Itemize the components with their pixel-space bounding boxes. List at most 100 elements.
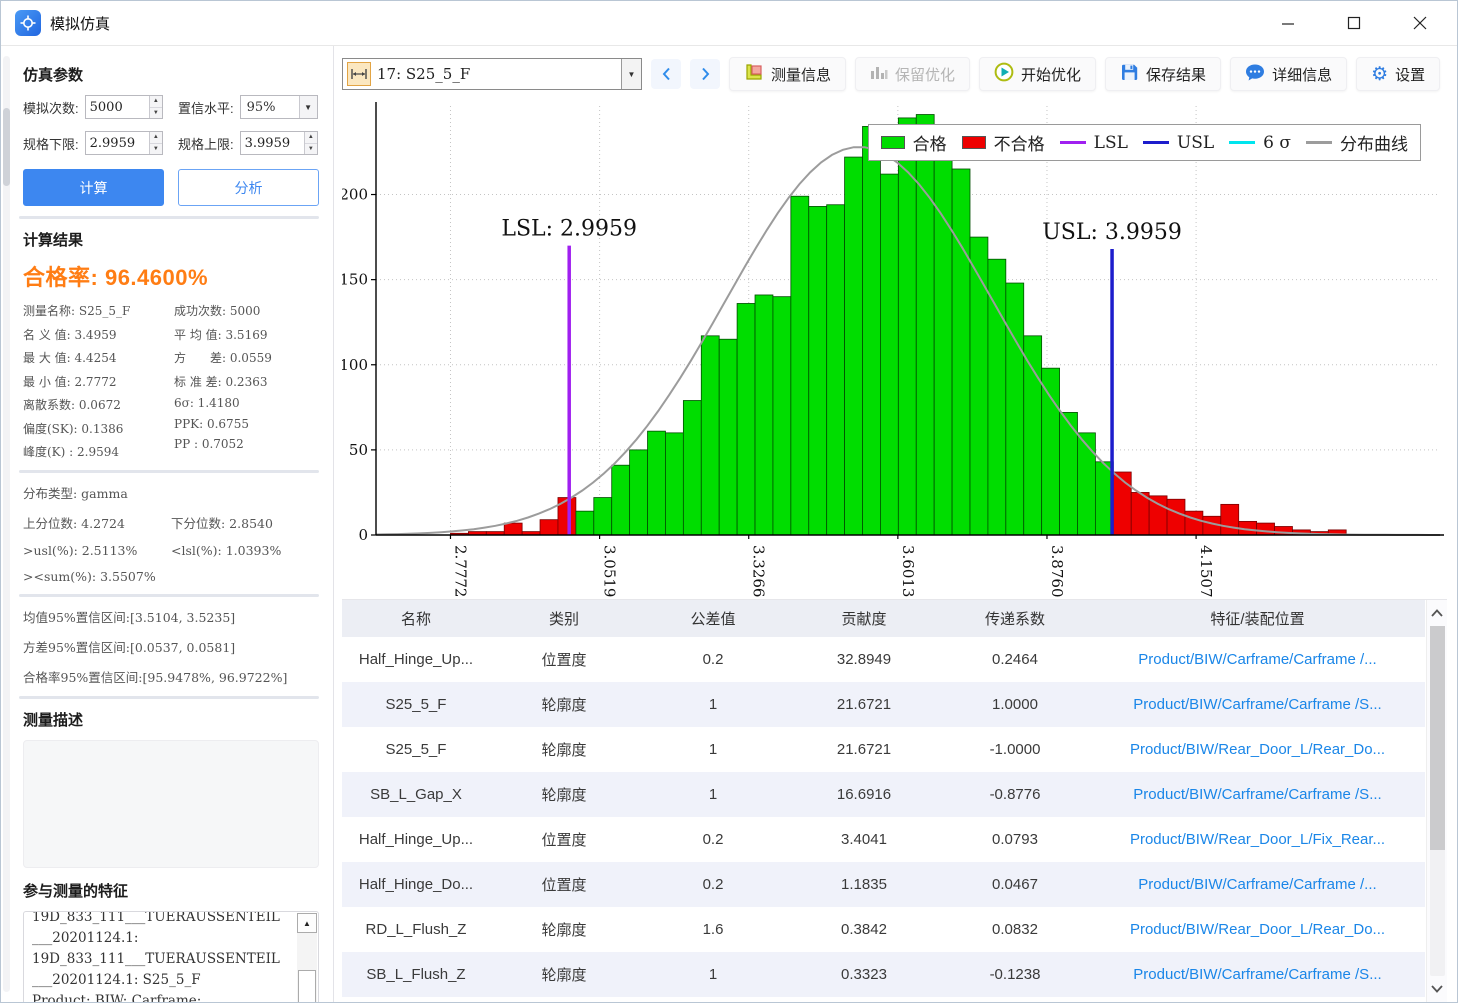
cell-category: 轮廓度: [490, 727, 638, 772]
next-button[interactable]: [690, 59, 720, 89]
cell-feature-link[interactable]: Product/BIW/Rear_Door_L/Fix_Rear...: [1090, 817, 1425, 862]
cell-name: SB_L_Gap_X: [342, 772, 490, 817]
scroll-thumb[interactable]: [1430, 626, 1445, 850]
cell-tolerance: 1: [638, 952, 788, 997]
spin-up-icon[interactable]: ▲: [305, 132, 316, 144]
cell-category: 位置度: [490, 637, 638, 682]
analyze-button[interactable]: 分析: [178, 169, 319, 206]
legend-swatch: [1060, 141, 1086, 144]
cell-coefficient: 1.0000: [940, 682, 1090, 727]
cell-name: S25_5_F: [342, 727, 490, 772]
cell-contribution: 32.8949: [788, 637, 940, 682]
cell-feature-link[interactable]: Product/BIW/Carframe/Carframe /...: [1090, 862, 1425, 907]
chevron-down-icon[interactable]: ▼: [621, 59, 641, 89]
cell-category: 轮廓度: [490, 772, 638, 817]
cell-category: 轮廓度: [490, 952, 638, 997]
spec-upper-stepper[interactable]: ▲▼: [240, 131, 318, 155]
stat-line: 最 小 值: 2.7772: [23, 373, 168, 390]
maximize-icon[interactable]: [1345, 14, 1363, 32]
description-heading: 测量描述: [23, 709, 319, 730]
spec-upper-label: 规格上限:: [178, 134, 234, 153]
legend-item: 分布曲线: [1306, 130, 1408, 155]
minimize-icon[interactable]: [1279, 14, 1297, 32]
svg-text:3.3266: 3.3266: [750, 545, 768, 598]
spin-down-icon[interactable]: ▼: [150, 144, 161, 155]
cell-contribution: 16.6916: [788, 772, 940, 817]
confidence-select[interactable]: 95%▼: [240, 95, 318, 119]
prev-button[interactable]: [651, 59, 681, 89]
table-row[interactable]: SB_L_Flush_Z轮廓度10.3323-0.1238Product/BIW…: [342, 952, 1425, 997]
table-row[interactable]: S25_5_F轮廓度121.67211.0000Product/BIW/Carf…: [342, 682, 1425, 727]
sim-count-input[interactable]: [86, 96, 150, 118]
ci-mean: 均值95%置信区间:[3.5104, 3.5235]: [23, 607, 319, 626]
spec-upper-input[interactable]: [241, 132, 305, 154]
start-optimize-button[interactable]: 开始优化: [979, 57, 1096, 91]
legend-label: 6 σ: [1263, 133, 1291, 153]
legend-swatch: [881, 136, 905, 149]
details-button[interactable]: 详细信息: [1230, 57, 1347, 91]
chevron-down-icon[interactable]: ▼: [299, 96, 317, 118]
measure-info-button[interactable]: 测量信息: [729, 57, 846, 91]
cell-coefficient: -0.1238: [940, 952, 1090, 997]
legend-label: 不合格: [994, 130, 1045, 155]
features-text: 19D_833_111___TUERAUSSENTEIL ___20201124…: [32, 911, 292, 1002]
title-bar: 模拟仿真: [1, 1, 1457, 46]
confidence-label: 置信水平:: [178, 98, 234, 117]
save-results-button[interactable]: 保存结果: [1105, 57, 1221, 91]
spin-up-icon[interactable]: ▲: [150, 96, 161, 108]
table-row[interactable]: Half_Hinge_Do...位置度0.21.18350.0467Produc…: [342, 862, 1425, 907]
measurement-selector[interactable]: 17: S25_5_F ▼: [342, 58, 642, 90]
gear-icon: ⚙: [1371, 65, 1388, 84]
table-row[interactable]: SB_L_Gap_X轮廓度116.6916-0.8776Product/BIW/…: [342, 772, 1425, 817]
cell-name: Half_Hinge_Up...: [342, 637, 490, 682]
legend-swatch: [1306, 141, 1332, 144]
cell-category: 位置度: [490, 817, 638, 862]
app-window: 模拟仿真 仿真参数 模拟次数: ▲▼ 置信水平: 95%▼ 规格下限: ▲▼ 规…: [0, 0, 1458, 1003]
col-header-contribution: 贡献度: [788, 600, 940, 637]
table-row[interactable]: RD_L_Flush_Z轮廓度1.60.38420.0832Product/BI…: [342, 907, 1425, 952]
window-title: 模拟仿真: [50, 13, 110, 34]
table-row[interactable]: Half_Hinge_Up...位置度0.23.40410.0793Produc…: [342, 817, 1425, 862]
cell-feature-link[interactable]: Product/BIW/Carframe/Carframe /S...: [1090, 952, 1425, 997]
contribution-table: 名称 类别 公差值 贡献度 传递系数 特征/装配位置 Half_Hinge_Up…: [342, 599, 1447, 1002]
table-body: Half_Hinge_Up...位置度0.232.89490.2464Produ…: [342, 637, 1425, 997]
stat-line: 6σ: 1.4180: [174, 396, 319, 410]
spin-down-icon[interactable]: ▼: [150, 108, 161, 119]
spec-lower-input[interactable]: [86, 132, 150, 154]
cell-feature-link[interactable]: Product/BIW/Rear_Door_L/Rear_Do...: [1090, 727, 1425, 772]
cell-feature-link[interactable]: Product/BIW/Carframe/Carframe /...: [1090, 637, 1425, 682]
cell-feature-link[interactable]: Product/BIW/Carframe/Carframe /S...: [1090, 772, 1425, 817]
table-scrollbar[interactable]: [1426, 600, 1447, 1002]
table-row[interactable]: Half_Hinge_Up...位置度0.232.89490.2464Produ…: [342, 637, 1425, 682]
features-scrollbar[interactable]: ▲ ▼: [297, 913, 317, 1002]
scroll-up-icon[interactable]: [1431, 600, 1443, 626]
cell-coefficient: -0.8776: [940, 772, 1090, 817]
close-icon[interactable]: [1411, 14, 1429, 32]
calculate-button[interactable]: 计算: [23, 169, 164, 206]
cell-feature-link[interactable]: Product/BIW/Carframe/Carframe /S...: [1090, 682, 1425, 727]
spin-down-icon[interactable]: ▼: [305, 144, 316, 155]
results-heading: 计算结果: [23, 229, 319, 250]
pass-rate: 合格率: 96.4600%: [23, 260, 319, 292]
sim-count-stepper[interactable]: ▲▼: [85, 95, 163, 119]
measurement-description-box[interactable]: [23, 740, 319, 868]
scroll-up-icon[interactable]: ▲: [297, 913, 317, 933]
legend-item: 6 σ: [1229, 133, 1291, 153]
sidebar-scrollbar[interactable]: [3, 56, 10, 992]
bar-chart-icon: [870, 64, 888, 84]
col-header-feature: 特征/装配位置: [1090, 600, 1425, 637]
chart-legend: 合格不合格LSLUSL6 σ分布曲线: [868, 124, 1421, 161]
settings-button[interactable]: ⚙ 设置: [1356, 57, 1440, 91]
params-heading: 仿真参数: [23, 64, 319, 85]
legend-item: 不合格: [962, 130, 1045, 155]
sim-count-label: 模拟次数:: [23, 98, 79, 117]
scroll-thumb[interactable]: [298, 970, 316, 1002]
keep-optimize-button[interactable]: 保留优化: [855, 57, 970, 91]
spin-up-icon[interactable]: ▲: [150, 132, 161, 144]
cell-category: 轮廓度: [490, 682, 638, 727]
scroll-down-icon[interactable]: [1431, 976, 1443, 1002]
spec-lower-stepper[interactable]: ▲▼: [85, 131, 163, 155]
table-row[interactable]: S25_5_F轮廓度121.6721-1.0000Product/BIW/Rea…: [342, 727, 1425, 772]
features-box[interactable]: 19D_833_111___TUERAUSSENTEIL ___20201124…: [23, 911, 319, 1002]
cell-feature-link[interactable]: Product/BIW/Rear_Door_L/Rear_Do...: [1090, 907, 1425, 952]
